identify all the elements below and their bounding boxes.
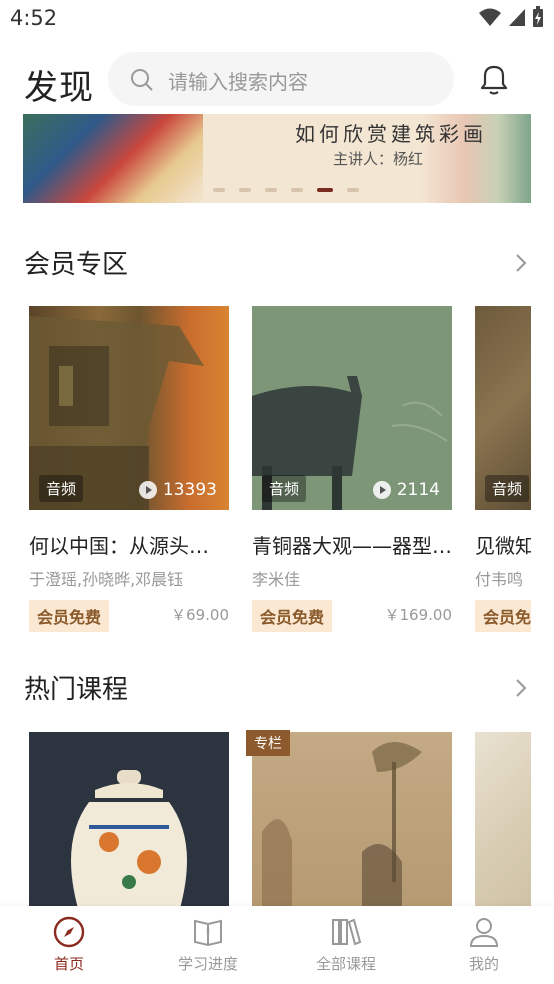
person-icon (469, 918, 499, 947)
search-input[interactable]: 请输入搜索内容 (108, 52, 454, 106)
member-section-title: 会员专区 (24, 250, 129, 280)
member-free-badge: 会员免 (475, 600, 531, 632)
course-thumbnail: 音频 2114 (252, 306, 452, 510)
course-price: ￥169.00 (384, 606, 453, 624)
course-thumbnail: 音频 13393 (29, 306, 229, 510)
status-time: 4:52 (10, 6, 58, 30)
hot-section-title: 热门课程 (24, 675, 129, 705)
course-price: ￥69.00 (171, 606, 229, 624)
bottom-nav: 首页 学习进度 全部课程 我的 (0, 906, 554, 984)
signal-icon (509, 9, 525, 26)
course-thumbnail (475, 732, 531, 906)
carousel-dot (347, 188, 359, 192)
banner-subtitle: 主讲人：杨红 (333, 150, 424, 168)
chevron-right-icon[interactable] (514, 252, 528, 274)
course-thumbnail (29, 732, 229, 906)
media-type-tag: 音频 (39, 475, 84, 502)
page-title: 发现 (24, 68, 94, 108)
course-thumbnail (252, 732, 452, 906)
nav-label: 首页 (53, 955, 84, 973)
battery-icon (533, 6, 543, 27)
carousel-dot (265, 188, 277, 192)
member-free-badge: 会员免费 (252, 600, 333, 632)
banner-carousel[interactable]: 如何欣赏建筑彩画 主讲人：杨红 (23, 114, 531, 203)
carousel-dot-active (317, 188, 333, 192)
status-bar: 4:52 (0, 0, 554, 38)
banner-artwork-left (23, 114, 203, 203)
banner-title: 如何欣赏建筑彩画 (295, 122, 487, 146)
book-icon (194, 919, 222, 947)
porcelain-jar-image (71, 770, 187, 906)
member-course-card[interactable]: 音频 见微知 付韦鸣 会员免 (475, 306, 531, 636)
nav-item-all-courses[interactable]: 全部课程 (306, 906, 386, 984)
play-icon (138, 481, 157, 499)
hot-course-card[interactable] (29, 732, 229, 906)
library-icon (332, 918, 362, 946)
status-icons (478, 6, 544, 28)
carousel-indicator (213, 188, 359, 192)
play-icon (372, 481, 391, 499)
chevron-right-icon[interactable] (514, 677, 528, 699)
search-icon (131, 69, 153, 91)
nav-label: 我的 (468, 955, 499, 973)
wifi-icon (479, 8, 501, 26)
nav-label: 全部课程 (315, 955, 376, 973)
course-authors: 付韦鸣 (475, 570, 524, 589)
nav-item-mine[interactable]: 我的 (444, 906, 524, 984)
course-authors: 李米佳 (252, 570, 301, 589)
hot-course-card[interactable]: 专栏 (246, 730, 452, 906)
nav-item-home[interactable]: 首页 (29, 906, 109, 984)
ancient-painting-image (262, 742, 422, 906)
hot-course-card[interactable] (475, 732, 531, 906)
media-type-tag: 音频 (485, 475, 530, 502)
course-authors: 于澄瑶,孙晓晔,邓晨钰 (29, 570, 184, 589)
header: 发现 请输入搜索内容 (0, 46, 554, 114)
carousel-dot (213, 188, 225, 192)
course-title: 见微知 (475, 534, 531, 558)
play-count: 2114 (372, 480, 440, 500)
course-title: 何以中国：从源头… (29, 534, 209, 558)
nav-label: 学习进度 (177, 955, 238, 973)
member-free-badge: 会员免费 (29, 600, 110, 632)
media-type-tag: 音频 (262, 475, 307, 502)
nav-item-progress[interactable]: 学习进度 (168, 906, 248, 984)
search-placeholder: 请输入搜索内容 (168, 70, 308, 94)
play-count-value: 13393 (162, 480, 217, 500)
play-count-value: 2114 (396, 480, 440, 500)
bell-icon[interactable] (476, 64, 512, 96)
play-count: 13393 (138, 480, 217, 500)
carousel-dot (291, 188, 303, 192)
carousel-dot (239, 188, 251, 192)
column-tag: 专栏 (246, 730, 290, 756)
course-thumbnail: 音频 (475, 306, 531, 510)
course-title: 青铜器大观——器型… (252, 534, 452, 558)
compass-icon (53, 916, 85, 948)
